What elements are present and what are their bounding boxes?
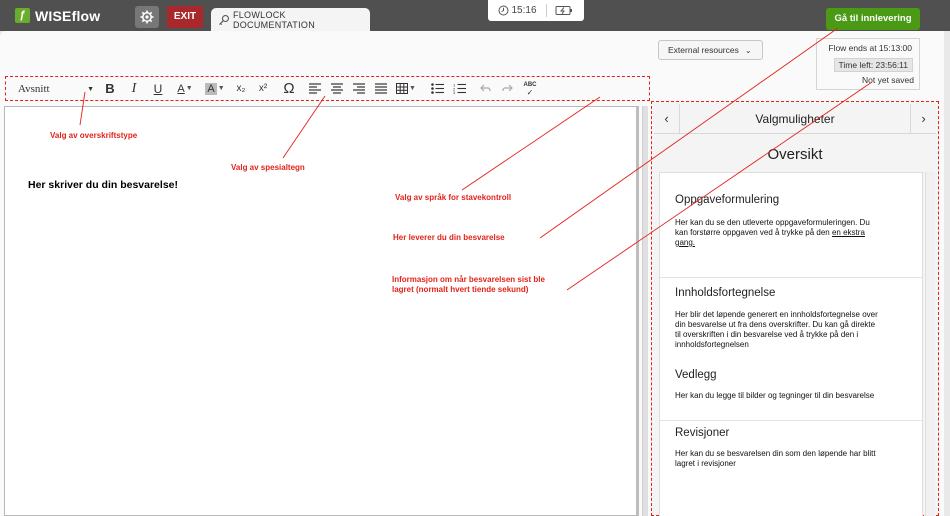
align-right-button[interactable] [348,79,370,99]
section-title: Vedlegg [675,369,717,381]
font-color-button[interactable]: A ▼ [170,79,200,99]
panel-next-button[interactable]: › [910,104,936,134]
clock-time: 15:16 [511,5,537,16]
panel-subtitle: Oversikt [767,146,823,163]
highlight-color-button[interactable]: A ▼ [200,79,230,99]
editor-content[interactable]: Her skriver du din besvarelse! [28,179,178,191]
highlight-icon: A [205,82,217,95]
bullet-list-icon [430,83,444,94]
table-icon [396,83,409,94]
dropdown-arrow-icon: ▼ [409,85,416,92]
font-color-icon: A [177,82,185,95]
special-character-button[interactable]: Ω [274,79,304,99]
paragraph-style-value: Avsnitt [18,82,50,95]
section-title: Revisjoner [675,427,730,439]
external-resources-label: External resources [668,45,739,55]
wiseflow-logo: ƒ WISEflow [15,7,101,24]
clock-group: 15:16 [498,5,537,16]
align-justify-icon [375,83,387,94]
spellcheck-button[interactable]: ABC ✓ [518,79,542,99]
chevron-left-icon: ‹ [664,111,669,126]
options-panel-header: ‹ Valgmuligheter › [654,104,936,134]
align-center-button[interactable] [326,79,348,99]
numbered-list-icon: 123 [453,83,466,94]
editor-toolbar: Avsnitt ▼ B I U A ▼ A ▼ x₂ x² Ω ▼ 1 2 3 … [5,76,650,101]
tab-flowlock-documentation[interactable]: FLOWLOCK DOCUMENTATION [211,8,370,31]
logo-icon: ƒ [15,8,30,23]
clock-widget: 15:16 [488,0,584,21]
section-assignment[interactable]: Oppgaveformulering Her kan du se den utl… [660,173,922,276]
undo-icon [479,84,491,92]
paragraph-style-select[interactable]: Avsnitt ▼ [18,79,98,99]
checkmark-icon: ✓ [526,87,534,97]
panel-scrollbar[interactable] [925,172,935,516]
chevron-right-icon: › [921,111,926,126]
justify-button[interactable] [370,79,392,99]
section-description: Her kan du legge til bilder og tegninger… [675,391,875,400]
annotation-submit: Her leverer du din besvarelse [393,233,505,242]
panel-section-list: Oppgaveformulering Her kan du se den utl… [659,172,923,516]
exit-button[interactable]: EXIT [167,6,203,28]
section-attachments[interactable]: Vedlegg Her kan du legge til bilder og t… [660,369,922,419]
clock-separator [545,4,547,17]
align-left-button[interactable] [304,79,326,99]
section-title: Innholdsfortegnelse [675,287,776,299]
submit-button[interactable]: Gå til innlevering [826,8,920,30]
flow-status-box: Flow ends at 15:13:00 Time left: 23:56:1… [816,38,920,90]
align-left-icon [309,83,321,94]
undo-button[interactable] [474,79,496,99]
redo-icon [501,84,513,92]
external-resources-dropdown[interactable]: External resources ⌄ [658,40,763,60]
annotation-special-chars: Valg av spesialtegn [231,163,305,172]
align-right-icon [353,83,365,94]
editor-scrollbar[interactable] [642,106,648,516]
gear-icon [140,10,154,24]
dropdown-arrow-icon: ▼ [185,85,193,92]
dropdown-arrow-icon: ▼ [217,85,225,92]
italic-button[interactable]: I [122,79,146,99]
section-table-of-contents[interactable]: Innholdsfortegnelse Her blir det løpende… [660,277,922,367]
settings-button[interactable] [135,6,159,28]
annotation-heading-type: Valg av overskriftstype [50,131,138,140]
align-center-icon [331,83,343,94]
battery-charging-icon [555,6,573,15]
key-icon [219,14,229,25]
section-title: Oppgaveformulering [675,194,780,206]
dropdown-arrow-icon: ▼ [87,84,94,93]
numbered-list-button[interactable]: 123 [448,79,470,99]
annotation-save-info: Informasjon om når besvarelsen sist ble … [392,275,545,294]
chevron-down-icon: ⌄ [744,45,752,55]
answer-editor[interactable]: Her skriver du din besvarelse! [4,106,639,516]
svg-text:3: 3 [453,90,456,94]
table-button[interactable]: ▼ [392,79,420,99]
annotation-spellcheck-language: Valg av språk for stavekontroll [395,193,512,202]
panel-title: Valgmuligheter [755,112,835,126]
save-status: Not yet saved [862,75,914,85]
tab-label: FLOWLOCK DOCUMENTATION [232,9,315,30]
flow-ends-text: Flow ends at 15:13:00 [828,43,912,53]
superscript-button[interactable]: x² [252,79,274,99]
bold-button[interactable]: B [98,79,122,99]
section-description: Her blir det løpende generert en innhold… [675,310,878,349]
top-bar: ƒ WISEflow EXIT FLOWLOCK DOCUMENTATION 1… [0,0,950,31]
page: ƒ WISEflow EXIT FLOWLOCK DOCUMENTATION 1… [0,0,950,516]
subscript-button[interactable]: x₂ [230,79,252,99]
bullet-list-button[interactable] [426,79,448,99]
clock-icon [498,5,509,16]
section-description: Her kan du se den utleverte oppgaveformu… [675,218,880,248]
underline-button[interactable]: U [146,79,170,99]
redo-button[interactable] [496,79,518,99]
section-revisions[interactable]: Revisjoner Her kan du se besvarelsen din… [660,420,922,480]
section-description: Her kan du se besvarelsen din som den lø… [675,449,876,468]
options-panel: ‹ Valgmuligheter › Oversikt Oppgaveformu… [651,101,939,516]
panel-prev-button[interactable]: ‹ [654,104,680,134]
time-left-badge: Time left: 23:56:11 [833,58,913,72]
logo-text: WISEflow [35,7,101,24]
